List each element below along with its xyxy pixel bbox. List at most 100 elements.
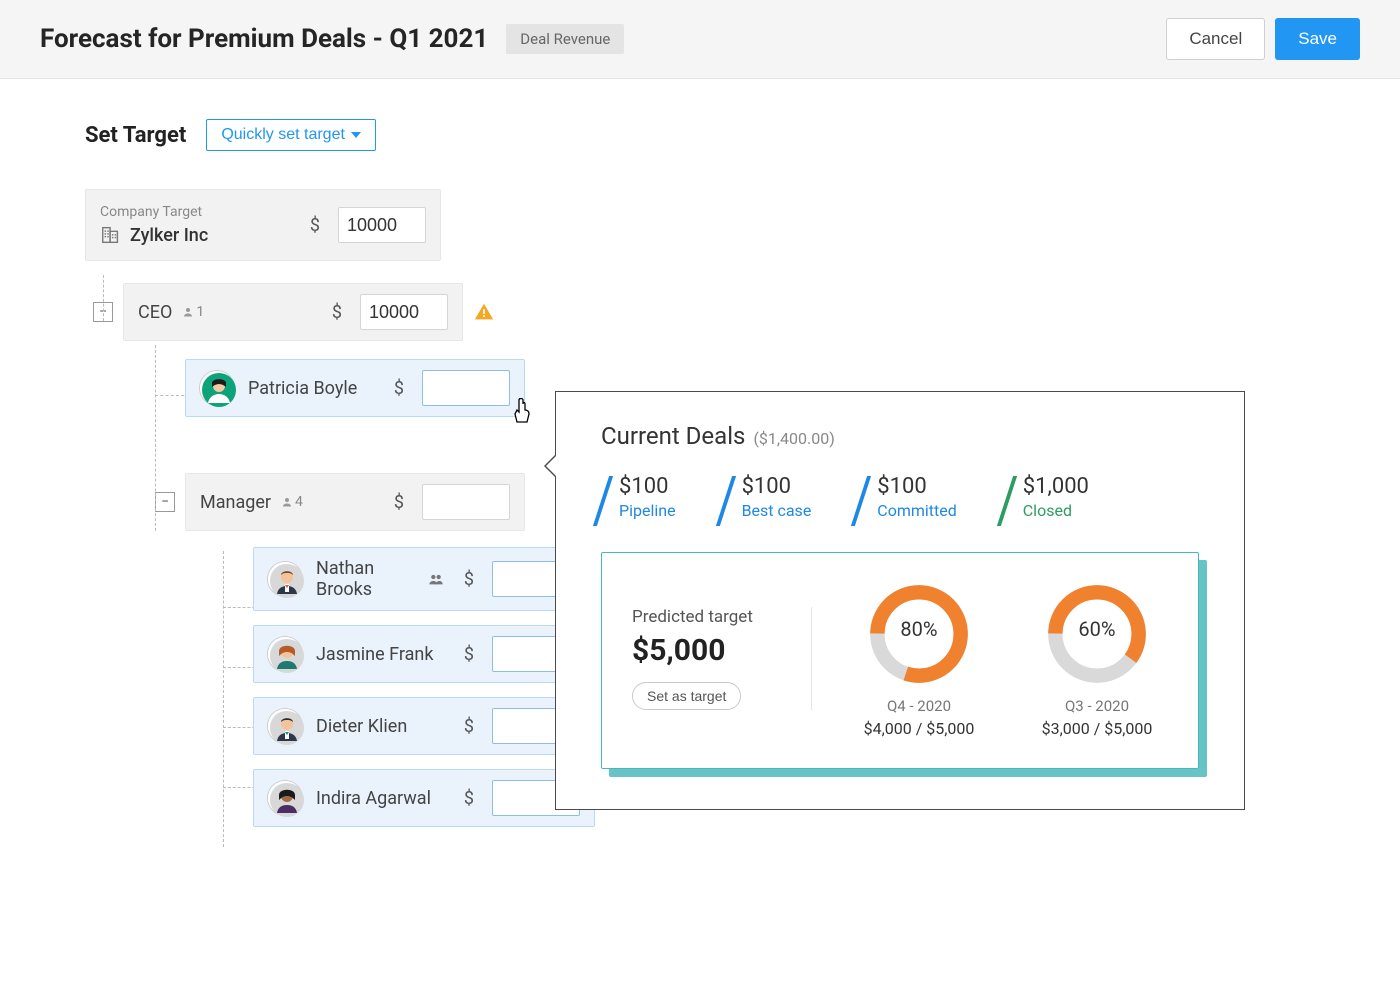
stage-amount: $100	[877, 474, 956, 499]
company-label-col: Company Target Zylker Inc	[100, 204, 296, 246]
cancel-button[interactable]: Cancel	[1166, 18, 1265, 60]
quarter-ratio: $3,000 / $5,000	[1026, 719, 1168, 738]
tree-connector	[103, 275, 104, 321]
people-icon	[428, 571, 444, 587]
currency-symbol: $	[464, 644, 474, 665]
currency-symbol: $	[394, 378, 404, 399]
quickly-set-target-button[interactable]: Quickly set target	[206, 119, 376, 151]
page-body: Set Target Quickly set target Company Ta…	[0, 79, 1400, 867]
popover-title-row: Current Deals ($1,400.00)	[601, 422, 1199, 450]
page-header: Forecast for Premium Deals - Q1 2021 Dea…	[0, 0, 1400, 79]
set-target-row: Set Target Quickly set target	[85, 119, 1315, 151]
donut-chart-q3: 60%	[1042, 579, 1152, 689]
person-icon	[182, 306, 194, 318]
ceo-label-col: CEO 1	[138, 302, 318, 323]
building-icon	[100, 224, 122, 246]
quarter-q4: 80% Q4 - 2020 $4,000 / $5,000	[848, 579, 990, 738]
current-deals-popover: Current Deals ($1,400.00) $100 Pipeline …	[555, 391, 1245, 810]
save-button[interactable]: Save	[1275, 18, 1360, 60]
quarter-q3: 60% Q3 - 2020 $3,000 / $5,000	[1026, 579, 1168, 738]
stage-committed: $100 Committed	[859, 474, 956, 520]
company-name: Zylker Inc	[130, 225, 208, 246]
avatar-nathan	[268, 562, 302, 596]
company-labels: Company Target Zylker Inc	[100, 204, 208, 246]
pointer-cursor-icon	[510, 398, 534, 426]
currency-symbol: $	[310, 215, 320, 236]
person-icon	[281, 496, 293, 508]
predicted-value: $5,000	[632, 633, 787, 668]
manager-member-row[interactable]: Nathan Brooks $	[253, 547, 595, 611]
quickly-set-target-label: Quickly set target	[221, 126, 345, 144]
stage-amount: $100	[742, 474, 812, 499]
stage-tick-icon	[851, 476, 871, 526]
stage-closed: $1,000 Closed	[1005, 474, 1089, 520]
stage-pipeline: $100 Pipeline	[601, 474, 676, 520]
donut-pct: 80%	[864, 617, 974, 641]
quarter-label: Q4 - 2020	[848, 697, 990, 715]
member-name: Nathan Brooks	[316, 558, 414, 600]
avatar-indira	[268, 781, 302, 815]
warning-icon	[473, 301, 495, 323]
quarter-ratio: $4,000 / $5,000	[848, 719, 990, 738]
expand-toggle-manager[interactable]: −	[155, 492, 175, 512]
ceo-target-input[interactable]	[360, 294, 448, 330]
stage-tick-icon	[593, 476, 613, 526]
predicted-target-card: Predicted target $5,000 Set as target 80…	[601, 552, 1199, 769]
tree-connector	[223, 551, 224, 847]
ceo-node: CEO 1 $	[123, 283, 463, 341]
ceo-role-label: CEO	[138, 302, 172, 323]
member-name: Dieter Klien	[316, 716, 450, 737]
stage-tick-icon	[715, 476, 735, 526]
avatar-dieter	[268, 709, 302, 743]
currency-symbol: $	[464, 569, 474, 590]
page-title: Forecast for Premium Deals - Q1 2021	[40, 24, 488, 54]
stage-tick-icon	[997, 476, 1017, 526]
donut-chart-q4: 80%	[864, 579, 974, 689]
manager-member-row[interactable]: Jasmine Frank $	[253, 625, 595, 683]
manager-role-label: Manager	[200, 492, 271, 513]
stage-bestcase: $100 Best case	[724, 474, 812, 520]
popover-title: Current Deals	[601, 422, 745, 450]
stage-name: Closed	[1023, 501, 1089, 520]
stage-amount: $1,000	[1023, 474, 1089, 499]
ceo-member-row[interactable]: Patricia Boyle $	[185, 359, 525, 417]
stage-name: Committed	[877, 501, 956, 520]
popover-subtotal: ($1,400.00)	[753, 429, 834, 448]
manager-member-row[interactable]: Indira Agarwal $	[253, 769, 595, 827]
manager-label-col: Manager 4	[200, 492, 380, 513]
currency-symbol: $	[394, 492, 404, 513]
manager-node: Manager 4 $	[185, 473, 525, 531]
member-name: Indira Agarwal	[316, 788, 450, 809]
patricia-target-input[interactable]	[422, 370, 510, 406]
set-as-target-button[interactable]: Set as target	[632, 682, 741, 710]
currency-symbol: $	[464, 788, 474, 809]
tree-connector	[155, 345, 156, 531]
deal-revenue-tag: Deal Revenue	[506, 24, 624, 54]
manager-member-row[interactable]: Dieter Klien $	[253, 697, 595, 755]
stage-row: $100 Pipeline $100 Best case $100 Commit…	[601, 474, 1199, 520]
manager-target-input[interactable]	[422, 484, 510, 520]
stage-name: Best case	[742, 501, 812, 520]
company-target-node: Company Target Zylker Inc $	[85, 189, 441, 261]
stage-amount: $100	[619, 474, 676, 499]
member-name: Jasmine Frank	[316, 644, 450, 665]
donut-pct: 60%	[1042, 617, 1152, 641]
ceo-member-name: Patricia Boyle	[248, 378, 380, 399]
ceo-count: 1	[182, 304, 204, 320]
header-buttons: Cancel Save	[1166, 18, 1360, 60]
set-target-label: Set Target	[85, 123, 186, 148]
header-left: Forecast for Premium Deals - Q1 2021 Dea…	[40, 24, 624, 54]
manager-count: 4	[281, 494, 303, 510]
caret-down-icon	[351, 132, 361, 138]
currency-symbol: $	[464, 716, 474, 737]
predicted-label: Predicted target	[632, 607, 787, 627]
currency-symbol: $	[332, 302, 342, 323]
avatar-jasmine	[268, 637, 302, 671]
company-target-label: Company Target	[100, 204, 208, 220]
company-target-input[interactable]	[338, 207, 426, 243]
predicted-left: Predicted target $5,000 Set as target	[632, 607, 812, 710]
avatar-patricia	[200, 371, 234, 405]
stage-name: Pipeline	[619, 501, 676, 520]
ceo-count-num: 1	[196, 304, 204, 320]
manager-count-num: 4	[295, 494, 303, 510]
